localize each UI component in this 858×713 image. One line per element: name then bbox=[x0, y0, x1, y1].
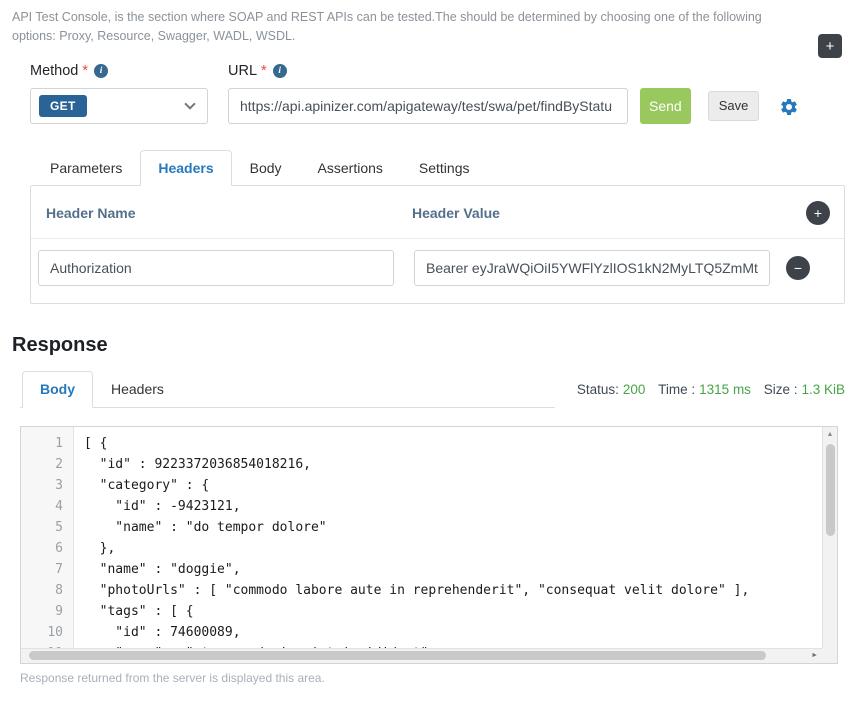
scroll-right-icon[interactable]: ► bbox=[811, 652, 818, 659]
line-number: 10 bbox=[21, 622, 63, 643]
code-line: "name" : "do tempor dolore" bbox=[84, 517, 837, 538]
gear-icon bbox=[779, 97, 799, 117]
status-label: Status: bbox=[577, 382, 619, 397]
code-line: [ { bbox=[84, 433, 837, 454]
remove-header-button[interactable]: − bbox=[786, 256, 810, 280]
request-tabs: Parameters Headers Body Assertions Setti… bbox=[30, 150, 845, 186]
line-number: 8 bbox=[21, 580, 63, 601]
horizontal-scroll-thumb[interactable] bbox=[29, 651, 766, 660]
method-badge: GET bbox=[39, 95, 87, 117]
required-marker: * bbox=[261, 63, 267, 79]
tab-response-headers[interactable]: Headers bbox=[93, 371, 182, 407]
header-row: − bbox=[31, 239, 844, 303]
line-number: 7 bbox=[21, 559, 63, 580]
scroll-up-icon[interactable]: ▲ bbox=[827, 427, 834, 441]
url-input[interactable] bbox=[228, 88, 628, 124]
size-label: Size : bbox=[764, 382, 798, 397]
request-tabs-section: Parameters Headers Body Assertions Setti… bbox=[30, 150, 845, 304]
send-button[interactable]: Send bbox=[640, 88, 691, 124]
response-caption: Response returned from the server is dis… bbox=[20, 671, 858, 685]
method-label-text: Method bbox=[30, 63, 78, 79]
code-line: "category" : { bbox=[84, 475, 837, 496]
tab-assertions[interactable]: Assertions bbox=[300, 150, 401, 186]
plus-icon: + bbox=[826, 38, 835, 55]
code-line: }, bbox=[84, 538, 837, 559]
required-marker: * bbox=[82, 63, 88, 79]
size-value: 1.3 KiB bbox=[801, 382, 845, 397]
method-select[interactable]: GET bbox=[30, 88, 208, 124]
time-value: 1315 ms bbox=[699, 382, 751, 397]
headers-panel-head: Header Name Header Value + bbox=[31, 186, 844, 239]
plus-icon: + bbox=[814, 205, 822, 221]
url-label-text: URL bbox=[228, 63, 257, 79]
add-header-button[interactable]: + bbox=[806, 201, 830, 225]
code-line: "tags" : [ { bbox=[84, 601, 837, 622]
vertical-scrollbar[interactable]: ▲ bbox=[822, 427, 837, 648]
line-number: 1 bbox=[21, 433, 63, 454]
status-value: 200 bbox=[623, 382, 646, 397]
info-icon[interactable]: i bbox=[273, 64, 287, 78]
line-number: 2 bbox=[21, 454, 63, 475]
time-label: Time : bbox=[658, 382, 695, 397]
code-line: "id" : -9423121, bbox=[84, 496, 837, 517]
tab-response-body[interactable]: Body bbox=[22, 371, 93, 408]
code-line: "photoUrls" : [ "commodo labore aute in … bbox=[84, 580, 837, 601]
info-icon[interactable]: i bbox=[94, 64, 108, 78]
line-number: 3 bbox=[21, 475, 63, 496]
horizontal-scrollbar[interactable]: ► bbox=[21, 648, 822, 663]
code-line: "name" : "doggie", bbox=[84, 559, 837, 580]
header-name-column: Header Name bbox=[46, 205, 412, 221]
response-tabs: Body Headers bbox=[20, 371, 555, 408]
code-content: [ { "id" : 9223372036854018216, "categor… bbox=[74, 427, 837, 663]
console-description: API Test Console, is the section where S… bbox=[12, 8, 804, 47]
header-value-column: Header Value bbox=[412, 205, 806, 221]
url-label: URL * i bbox=[228, 63, 628, 79]
vertical-scroll-thumb[interactable] bbox=[826, 444, 835, 536]
headers-panel: Header Name Header Value + − bbox=[30, 185, 845, 304]
settings-button[interactable] bbox=[779, 97, 799, 117]
chevron-down-icon bbox=[184, 98, 195, 109]
tab-parameters[interactable]: Parameters bbox=[32, 150, 140, 186]
api-test-console: API Test Console, is the section where S… bbox=[0, 8, 858, 685]
response-body-editor: 1234567891011 [ { "id" : 922337203685401… bbox=[20, 426, 838, 664]
response-title: Response bbox=[12, 334, 858, 357]
header-value-input[interactable] bbox=[414, 250, 770, 286]
save-button[interactable]: Save bbox=[708, 91, 760, 121]
line-number-gutter: 1234567891011 bbox=[21, 427, 74, 663]
tab-headers[interactable]: Headers bbox=[140, 150, 231, 186]
line-number: 6 bbox=[21, 538, 63, 559]
tab-settings[interactable]: Settings bbox=[401, 150, 488, 186]
minus-icon: − bbox=[794, 260, 802, 276]
code-line: "id" : 74600089, bbox=[84, 622, 837, 643]
scrollbar-corner bbox=[822, 648, 837, 663]
response-stats: Status: 200 Time : 1315 ms Size :1.3 KiB bbox=[577, 382, 845, 397]
request-row: Method * i GET URL * i Send Save bbox=[30, 63, 845, 124]
response-tabbar: Body Headers Status: 200 Time : 1315 ms Si… bbox=[20, 371, 845, 408]
line-number: 5 bbox=[21, 517, 63, 538]
line-number: 4 bbox=[21, 496, 63, 517]
tab-body[interactable]: Body bbox=[232, 150, 300, 186]
add-button[interactable]: + bbox=[818, 34, 842, 58]
header-name-input[interactable] bbox=[38, 250, 394, 286]
line-number: 9 bbox=[21, 601, 63, 622]
method-label: Method * i bbox=[30, 63, 208, 79]
code-line: "id" : 9223372036854018216, bbox=[84, 454, 837, 475]
